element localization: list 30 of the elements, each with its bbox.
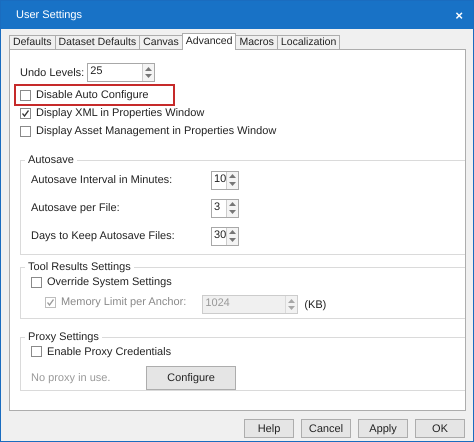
unit-label: (KB)	[304, 298, 326, 310]
checkbox-label: Memory Limit per Anchor:	[61, 296, 186, 308]
configure-button[interactable]: Configure	[146, 366, 236, 390]
field-label: Autosave Interval in Minutes:	[31, 174, 172, 186]
group-title: Proxy Settings	[27, 331, 100, 343]
dialog-button[interactable]: OK	[415, 419, 465, 438]
group-title: Autosave	[27, 154, 75, 166]
checkbox[interactable]	[20, 126, 31, 136]
checkbox-label: Override System Settings	[47, 276, 172, 288]
checkbox-label: Enable Proxy Credentials	[47, 346, 172, 358]
window-title: User Settings	[16, 9, 82, 21]
field-label: Autosave per File:	[31, 202, 120, 214]
dialog-button[interactable]: Apply	[358, 419, 408, 438]
tab[interactable]: Defaults	[9, 35, 56, 49]
status-text: No proxy in use.	[31, 372, 112, 384]
group-title: Tool Results Settings	[27, 261, 132, 273]
dialog-button[interactable]: Cancel	[301, 419, 351, 438]
tab[interactable]: Advanced	[182, 33, 236, 50]
field-label: Days to Keep Autosave Files:	[31, 230, 175, 242]
tab[interactable]: Localization	[276, 35, 340, 49]
checkbox-label: Display Asset Management in Properties Window	[36, 125, 276, 137]
checkbox-label: Disable Auto Configure	[36, 89, 149, 101]
field-label: Undo Levels:	[20, 66, 84, 78]
dialog-button[interactable]: Help	[244, 419, 294, 438]
checkbox[interactable]	[20, 90, 31, 100]
checkbox-label: Display XML in Properties Window	[36, 107, 204, 119]
checkbox[interactable]	[31, 346, 42, 357]
checkbox[interactable]	[20, 108, 31, 118]
checkbox[interactable]	[31, 276, 42, 288]
close-button[interactable]: ×	[455, 8, 463, 22]
